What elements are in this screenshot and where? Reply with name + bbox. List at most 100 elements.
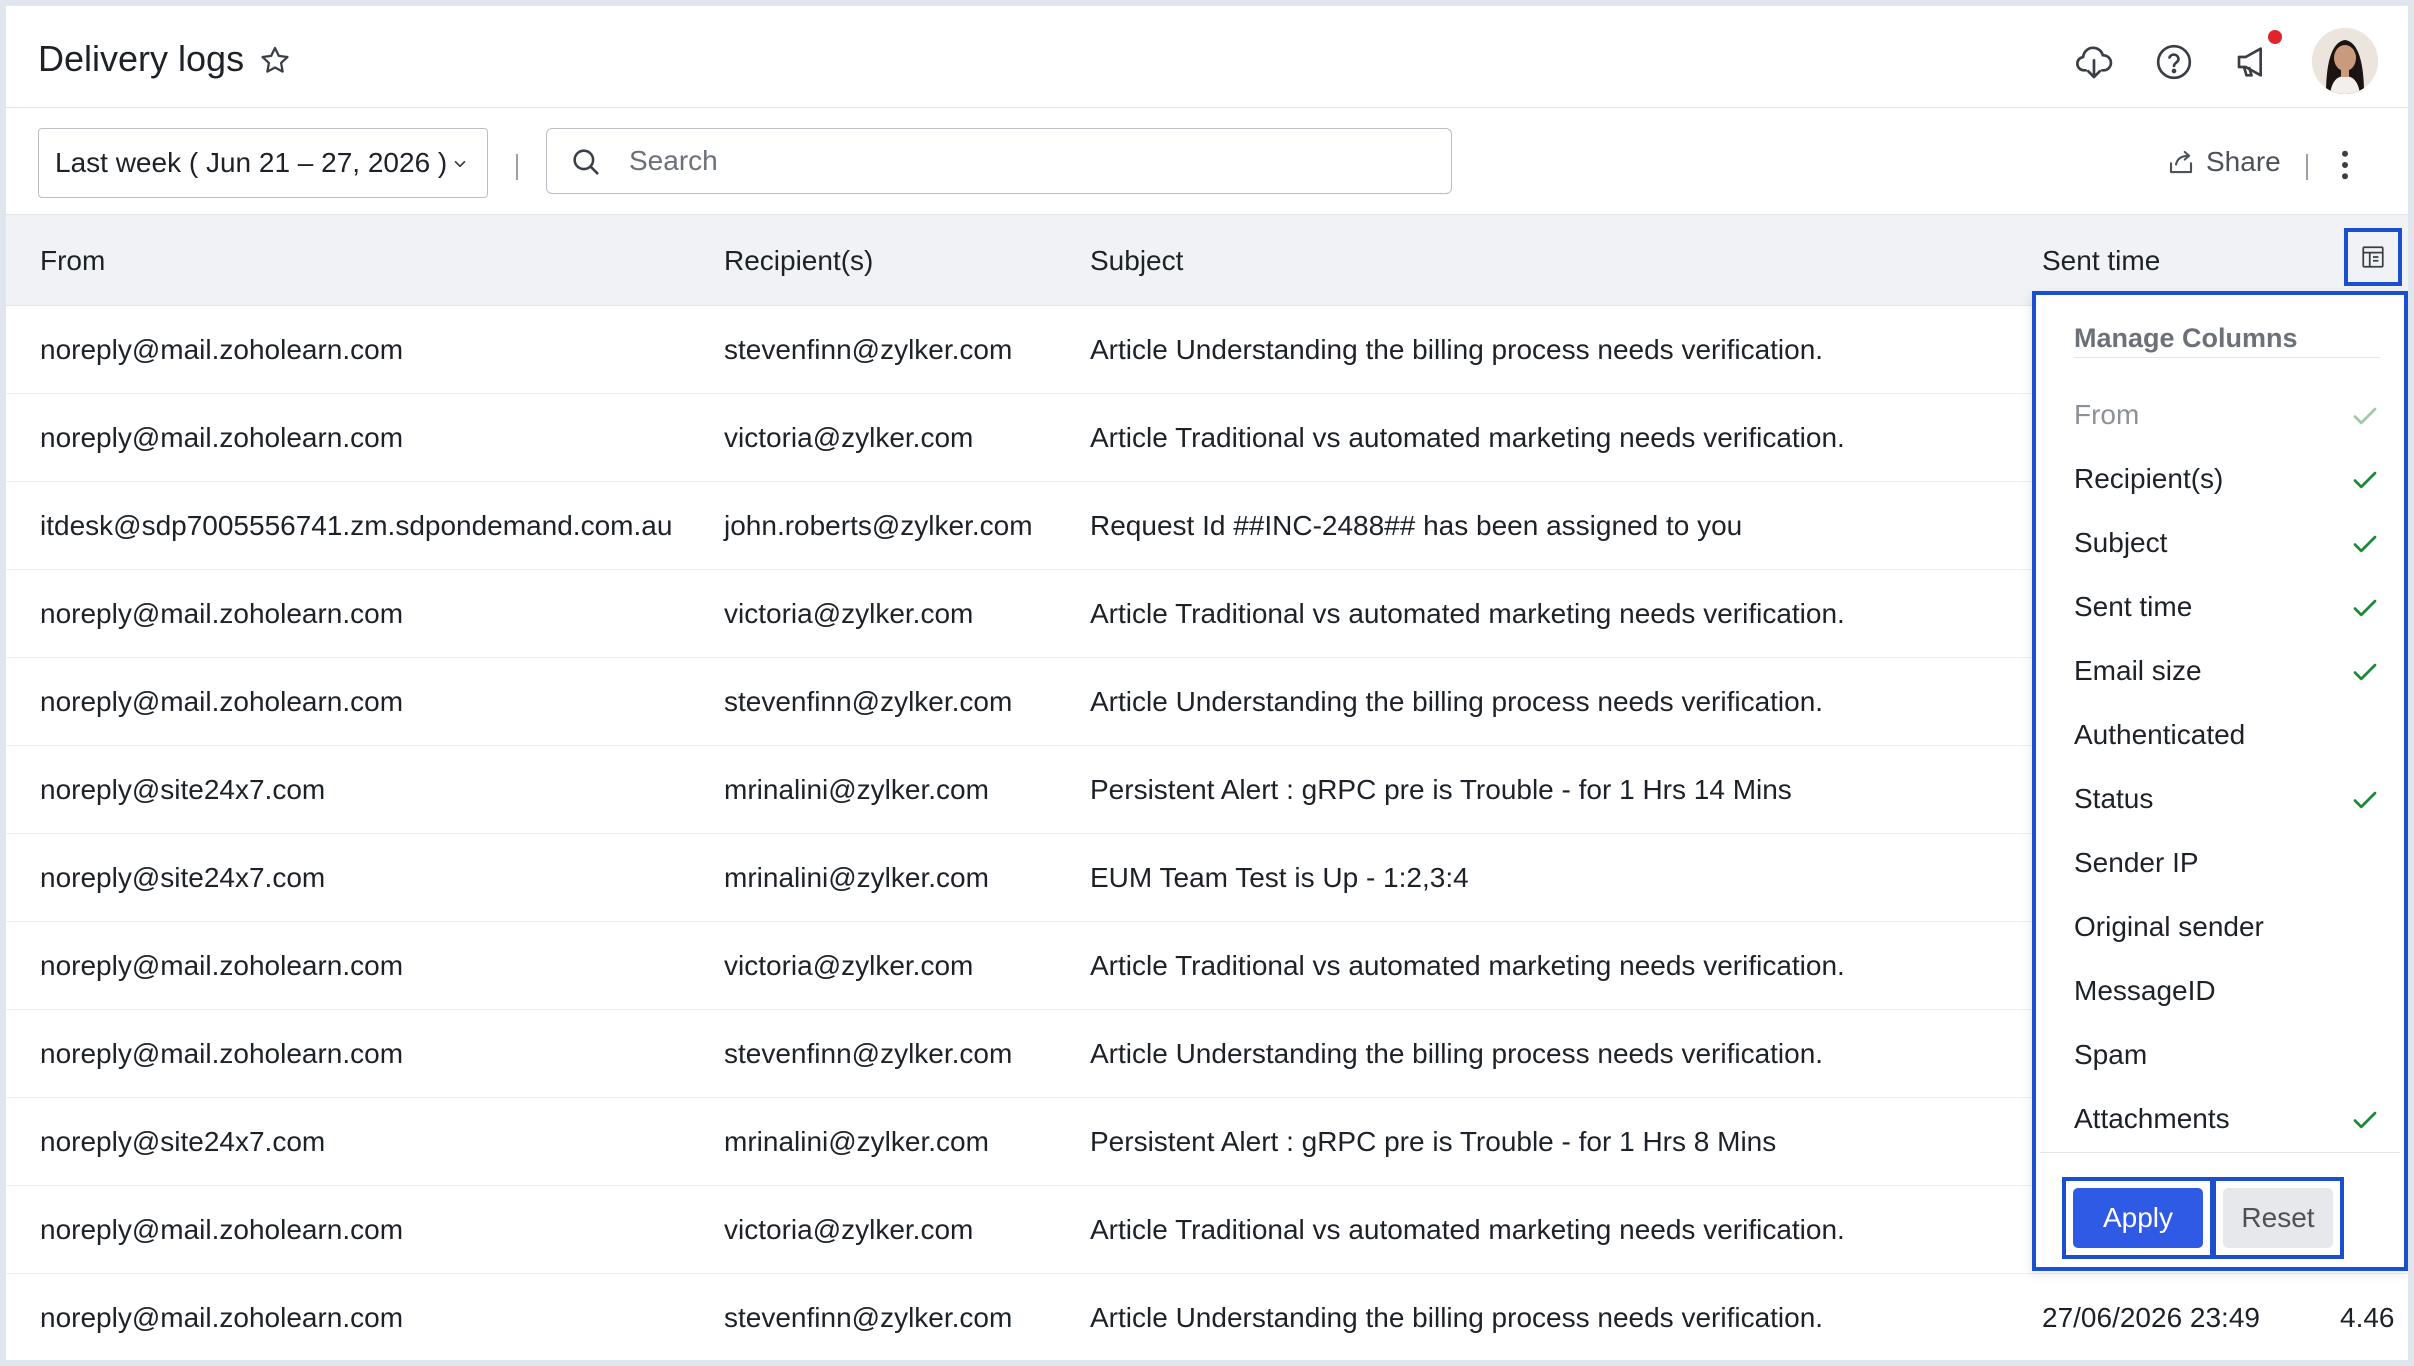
cell-subject: Article Traditional vs automated marketi… <box>1090 422 1845 453</box>
column-option[interactable]: MessageID <box>2074 961 2380 1025</box>
cell-recipient: stevenfinn@zylker.com <box>724 1038 1013 1069</box>
toolbar-divider <box>516 154 518 180</box>
column-option[interactable]: Sent time <box>2074 577 2380 641</box>
search-input[interactable] <box>629 139 1409 183</box>
cell-from: noreply@site24x7.com <box>40 862 326 893</box>
checkmark-icon <box>2353 471 2377 489</box>
cell-recipient: victoria@zylker.com <box>724 422 974 453</box>
avatar[interactable] <box>2312 28 2378 94</box>
column-header-recipients[interactable]: Recipient(s) <box>724 245 873 277</box>
cell-subject: Article Understanding the billing proces… <box>1090 1302 1824 1333</box>
checkmark-icon <box>2353 1111 2377 1129</box>
search-box[interactable] <box>546 128 1452 194</box>
manage-columns-panel: Manage Columns From Recipient(s) Subject Se… <box>2032 291 2408 1271</box>
date-range-select[interactable]: Last week ( Jun 21 – 27, 2026 ) <box>38 128 488 198</box>
cell-recipient: stevenfinn@zylker.com <box>724 334 1013 365</box>
column-option-label: Sender IP <box>2074 847 2199 878</box>
cell-subject: Request Id ##INC-2488## has been assigne… <box>1090 510 1743 541</box>
cell-from: noreply@mail.zoholearn.com <box>40 1214 404 1245</box>
cell-from: noreply@mail.zoholearn.com <box>40 1302 404 1333</box>
cloud-download-icon[interactable] <box>2074 42 2114 82</box>
cell-from: itdesk@sdp7005556741.zm.sdpondemand.com.… <box>40 510 673 541</box>
apply-button[interactable]: Apply <box>2073 1188 2203 1248</box>
date-range-value: Last week ( Jun 21 – 27, 2026 ) <box>55 147 448 178</box>
column-option-label: From <box>2074 399 2140 430</box>
checkmark-icon <box>2353 535 2377 553</box>
column-option: From <box>2074 385 2380 449</box>
cell-subject: Article Traditional vs automated marketi… <box>1090 598 1845 629</box>
cell-subject: Article Traditional vs automated marketi… <box>1090 1214 1845 1245</box>
column-option[interactable]: Recipient(s) <box>2074 449 2380 513</box>
checkmark-icon <box>2353 663 2377 681</box>
cell-from: noreply@mail.zoholearn.com <box>40 334 404 365</box>
column-option-label: Sent time <box>2074 591 2193 622</box>
chevron-down-icon <box>454 160 466 168</box>
column-option[interactable]: Original sender <box>2074 897 2380 961</box>
column-option[interactable]: Status <box>2074 769 2380 833</box>
cell-from: noreply@mail.zoholearn.com <box>40 950 404 981</box>
panel-divider <box>2074 357 2380 358</box>
columns-icon <box>2362 246 2384 268</box>
checkmark-icon <box>2353 791 2377 809</box>
cell-subject: Article Traditional vs automated marketi… <box>1090 950 1845 981</box>
cell-subject: Persistent Alert : gRPC pre is Trouble -… <box>1090 774 1792 805</box>
more-options-icon[interactable] <box>2340 150 2350 180</box>
cell-recipient: mrinalini@zylker.com <box>724 774 989 805</box>
column-option-label: Subject <box>2074 527 2168 558</box>
column-option[interactable]: Subject <box>2074 513 2380 577</box>
column-option[interactable]: Attachments <box>2074 1089 2380 1153</box>
cell-subject: Article Understanding the billing proces… <box>1090 686 1824 717</box>
cell-recipient: stevenfinn@zylker.com <box>724 1302 1013 1333</box>
apply-button-highlight: Apply <box>2062 1177 2214 1259</box>
share-button[interactable]: Share <box>2166 146 2281 178</box>
cell-subject: Persistent Alert : gRPC pre is Trouble -… <box>1090 1126 1777 1157</box>
column-option[interactable]: Spam <box>2074 1025 2380 1089</box>
cell-recipient: stevenfinn@zylker.com <box>724 686 1013 717</box>
cell-from: noreply@site24x7.com <box>40 774 326 805</box>
reset-button-highlight: Reset <box>2212 1177 2344 1259</box>
page-title: Delivery logs <box>38 38 245 79</box>
announcement-icon[interactable] <box>2234 42 2274 82</box>
toolbar-divider <box>2306 154 2308 180</box>
cell-subject: EUM Team Test is Up - 1:2,3:4 <box>1090 862 1469 893</box>
cell-recipient: victoria@zylker.com <box>724 598 974 629</box>
cell-from: noreply@mail.zoholearn.com <box>40 1038 404 1069</box>
page-header: Delivery logs <box>6 6 2408 108</box>
column-header-subject[interactable]: Subject <box>1090 245 1183 277</box>
column-header-sent-time[interactable]: Sent time <box>2042 245 2160 277</box>
checkmark-icon <box>2353 407 2377 425</box>
column-header-from[interactable]: From <box>40 245 105 277</box>
column-option-label: Recipient(s) <box>2074 463 2224 494</box>
cell-recipient: mrinalini@zylker.com <box>724 862 989 893</box>
column-option-label: Attachments <box>2074 1103 2230 1134</box>
delivery-logs-app: Delivery logs Last week (Jun 21 – 27, 2… <box>6 6 2408 1360</box>
manage-columns-button[interactable] <box>2344 228 2402 286</box>
column-option-label: Email size <box>2074 655 2202 686</box>
column-option-label: Spam <box>2074 1039 2148 1070</box>
share-icon <box>2169 150 2193 174</box>
cell-sent-time: 27/06/2026 23:49 <box>2042 1302 2260 1333</box>
cell-recipient: victoria@zylker.com <box>724 950 974 981</box>
share-label: Share <box>2206 146 2281 177</box>
column-option-label: Authenticated <box>2074 719 2246 750</box>
cell-recipient: victoria@zylker.com <box>724 1214 974 1245</box>
reset-button[interactable]: Reset <box>2223 1188 2333 1248</box>
cell-from: noreply@mail.zoholearn.com <box>40 422 404 453</box>
table-row[interactable]: noreply@mail.zoholearn.com stevenfinn@zyl… <box>6 1274 2408 1360</box>
notification-dot <box>2268 30 2282 44</box>
cell-from: noreply@mail.zoholearn.com <box>40 686 404 717</box>
panel-divider <box>2040 1152 2400 1153</box>
search-icon <box>573 149 599 175</box>
column-option[interactable]: Email size <box>2074 641 2380 705</box>
cell-subject: Article Understanding the billing proces… <box>1090 334 1824 365</box>
help-icon[interactable] <box>2154 42 2194 82</box>
column-option-label: MessageID <box>2074 975 2216 1006</box>
cell-email-size: 4.46 <box>2340 1302 2395 1333</box>
star-outline-icon[interactable] <box>258 44 292 78</box>
column-option[interactable]: Sender IP <box>2074 833 2380 897</box>
cell-recipient: john.roberts@zylker.com <box>724 510 1033 541</box>
toolbar: Last week ( Jun 21 – 27, 2026 ) Share <box>6 108 2408 214</box>
cell-subject: Article Understanding the billing proces… <box>1090 1038 1824 1069</box>
column-option[interactable]: Authenticated <box>2074 705 2380 769</box>
column-option-label: Original sender <box>2074 911 2264 942</box>
